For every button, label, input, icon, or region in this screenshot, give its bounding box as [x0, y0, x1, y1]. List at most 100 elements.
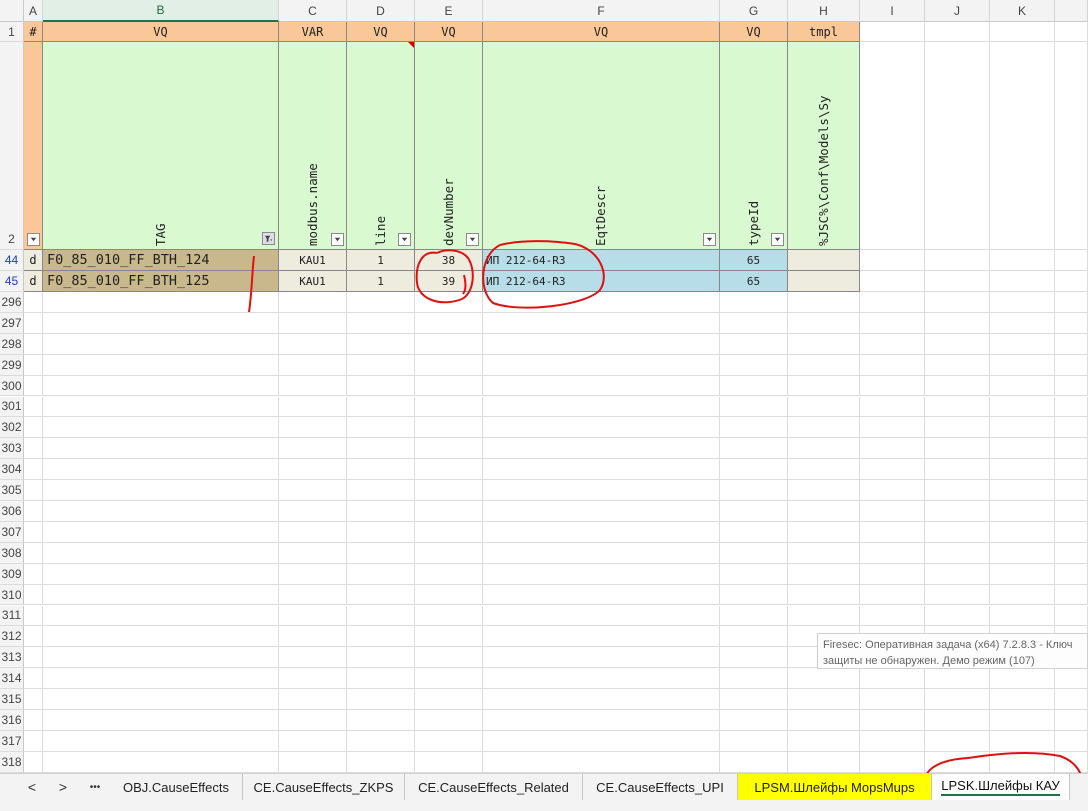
empty-cell[interactable]	[925, 459, 990, 481]
empty-cell[interactable]	[43, 689, 279, 710]
empty-cell[interactable]	[279, 751, 347, 773]
empty-cell[interactable]	[720, 563, 788, 585]
empty-cell[interactable]	[860, 292, 925, 313]
empty-cell[interactable]	[43, 459, 279, 481]
filter-dropdown-e[interactable]	[466, 233, 479, 246]
cell-c45[interactable]: KAU1	[279, 271, 347, 292]
empty-cell[interactable]	[925, 312, 990, 334]
empty-cell[interactable]	[788, 542, 860, 564]
empty-cell[interactable]	[990, 521, 1055, 543]
empty-cell[interactable]	[1055, 480, 1088, 501]
empty-cell[interactable]	[720, 647, 788, 669]
empty-cell[interactable]	[1055, 668, 1088, 690]
empty-cell[interactable]	[990, 396, 1055, 418]
empty-cell[interactable]	[279, 354, 347, 376]
empty-cell[interactable]	[788, 689, 860, 710]
empty-cell[interactable]	[279, 396, 347, 418]
empty-cell[interactable]	[279, 375, 347, 397]
empty-cell[interactable]	[990, 563, 1055, 585]
cell-b2[interactable]	[43, 42, 279, 250]
empty-cell[interactable]	[990, 710, 1055, 731]
row-header-1[interactable]: 1	[0, 22, 24, 42]
row-header-313[interactable]: 313	[0, 647, 24, 669]
empty-cell[interactable]	[860, 521, 925, 543]
empty-cell[interactable]	[415, 459, 483, 481]
empty-cell[interactable]	[788, 292, 860, 313]
empty-cell[interactable]	[43, 417, 279, 439]
empty-cell[interactable]	[925, 689, 990, 710]
empty-cell[interactable]	[279, 521, 347, 543]
select-all-corner[interactable]	[0, 0, 24, 22]
empty-cell[interactable]	[483, 730, 720, 752]
empty-cell[interactable]	[483, 396, 720, 418]
empty-cell[interactable]	[788, 480, 860, 501]
empty-cell[interactable]	[279, 501, 347, 522]
column-header-k[interactable]: K	[990, 0, 1055, 22]
empty-cell[interactable]	[347, 312, 415, 334]
row-header-2[interactable]: 2	[0, 42, 24, 250]
empty-cell[interactable]	[415, 668, 483, 690]
empty-cell[interactable]	[720, 312, 788, 334]
empty-cell[interactable]	[347, 354, 415, 376]
empty-cell[interactable]	[24, 626, 43, 648]
empty-cell[interactable]	[347, 689, 415, 710]
empty-cell[interactable]	[1055, 396, 1088, 418]
column-header-c[interactable]: C	[279, 0, 347, 22]
row-header-300[interactable]: 300	[0, 375, 24, 397]
empty-cell[interactable]	[483, 668, 720, 690]
empty-cell[interactable]	[1055, 521, 1088, 543]
cell-b45[interactable]: F0_85_010_FF_BTH_125	[43, 271, 279, 292]
empty-cell[interactable]	[788, 354, 860, 376]
empty-cell[interactable]	[788, 501, 860, 522]
empty-cell[interactable]	[483, 459, 720, 481]
empty-cell[interactable]	[415, 689, 483, 710]
empty-cell[interactable]	[925, 501, 990, 522]
column-header-e[interactable]: E	[415, 0, 483, 22]
empty-cell[interactable]	[860, 730, 925, 752]
cell-a45[interactable]: d	[24, 271, 43, 292]
empty-cell[interactable]	[415, 730, 483, 752]
empty-cell[interactable]	[925, 480, 990, 501]
empty-cell[interactable]	[990, 250, 1055, 271]
empty-cell[interactable]	[990, 354, 1055, 376]
empty-cell[interactable]	[1055, 375, 1088, 397]
cell-a44[interactable]: d	[24, 250, 43, 271]
empty-cell[interactable]	[483, 563, 720, 585]
row-header-306[interactable]: 306	[0, 501, 24, 522]
empty-cell[interactable]	[24, 584, 43, 606]
empty-cell[interactable]	[43, 333, 279, 355]
cell-g44[interactable]: 65	[720, 250, 788, 271]
empty-cell[interactable]	[415, 751, 483, 773]
empty-cell[interactable]	[415, 396, 483, 418]
empty-cell[interactable]	[990, 438, 1055, 460]
empty-cell[interactable]	[347, 710, 415, 731]
row-header-45[interactable]: 45	[0, 271, 24, 292]
empty-cell[interactable]	[415, 710, 483, 731]
empty-cell[interactable]	[347, 501, 415, 522]
empty-cell[interactable]	[925, 250, 990, 271]
empty-cell[interactable]	[1055, 501, 1088, 522]
empty-cell[interactable]	[860, 333, 925, 355]
empty-cell[interactable]	[1055, 271, 1088, 292]
empty-cell[interactable]	[720, 354, 788, 376]
cell-b44[interactable]: F0_85_010_FF_BTH_124	[43, 250, 279, 271]
empty-cell[interactable]	[860, 22, 925, 42]
empty-cell[interactable]	[347, 605, 415, 627]
row-header-44[interactable]: 44	[0, 250, 24, 271]
empty-cell[interactable]	[860, 375, 925, 397]
row-header-316[interactable]: 316	[0, 710, 24, 731]
empty-cell[interactable]	[788, 333, 860, 355]
empty-cell[interactable]	[720, 292, 788, 313]
empty-cell[interactable]	[788, 751, 860, 773]
empty-cell[interactable]	[1055, 312, 1088, 334]
more-tabs-button[interactable]: •••	[82, 774, 108, 800]
row-header-308[interactable]: 308	[0, 542, 24, 564]
empty-cell[interactable]	[1055, 22, 1088, 42]
empty-cell[interactable]	[990, 542, 1055, 564]
empty-cell[interactable]	[1055, 459, 1088, 481]
empty-cell[interactable]	[860, 542, 925, 564]
empty-cell[interactable]	[483, 438, 720, 460]
column-header-i[interactable]: I	[860, 0, 925, 22]
empty-cell[interactable]	[990, 42, 1055, 250]
empty-cell[interactable]	[860, 42, 925, 250]
